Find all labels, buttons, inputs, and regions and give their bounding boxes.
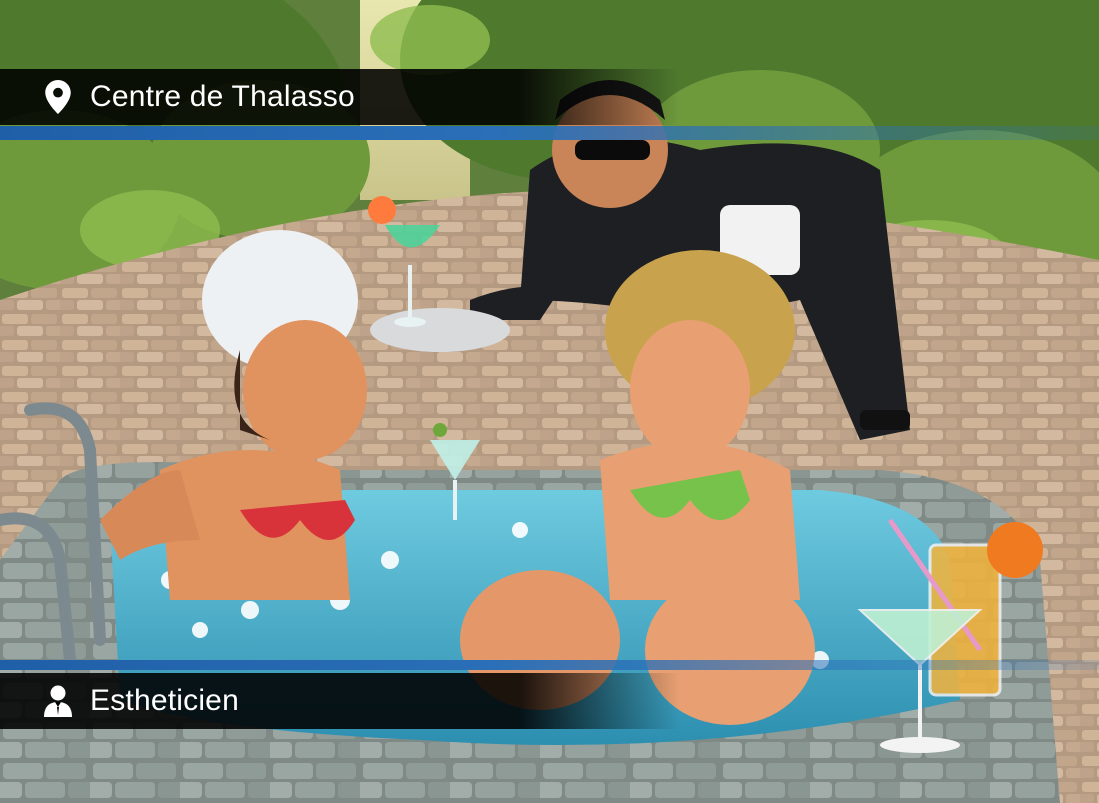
- profession-banner: Estheticien: [0, 673, 520, 729]
- profession-accent-stripe: [0, 660, 1099, 670]
- location-banner: Centre de Thalasso: [0, 69, 520, 125]
- profession-banner-fade: [520, 673, 680, 729]
- profession-label: Estheticien: [90, 684, 239, 717]
- location-label: Centre de Thalasso: [90, 80, 355, 113]
- location-banner-fade: [520, 69, 680, 125]
- person-suit-icon: [44, 684, 72, 718]
- location-accent-stripe: [0, 126, 1099, 140]
- location-pin-icon: [44, 80, 72, 114]
